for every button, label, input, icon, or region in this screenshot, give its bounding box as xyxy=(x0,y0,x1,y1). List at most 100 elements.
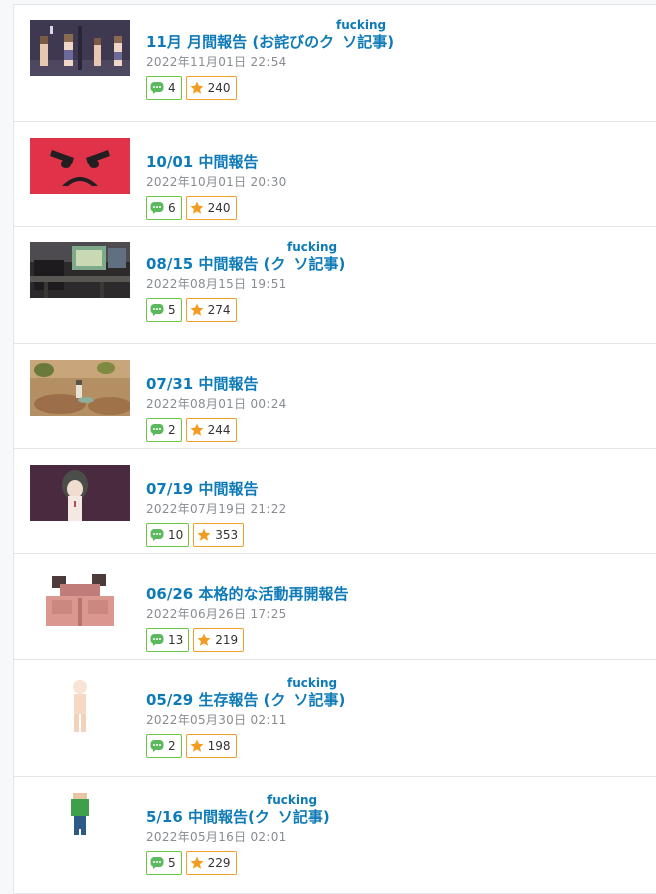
post-content: 10/01 中間報告 2022年10月01日 20:30 6 240 xyxy=(146,138,649,220)
post-title-text-tail: ソ記事) xyxy=(342,33,395,51)
title-ruby xyxy=(146,138,649,152)
comment-count: 5 xyxy=(168,303,176,317)
post-list-item: 06/26 本格的な活動再開報告 2022年06月26日 17:25 13 219 xyxy=(14,554,656,660)
post-date: 2022年07月19日 21:22 xyxy=(146,502,287,516)
speech-bubble-icon xyxy=(150,633,164,647)
post-content: fucking 11月 月間報告 (お詫びのク ソ記事) 2022年11月01日 22… xyxy=(146,18,649,100)
title-ruby-text: fucking xyxy=(267,793,318,807)
post-title-text: 07/19 中間報告 xyxy=(146,480,259,498)
post-list-item: 07/19 中間報告 2022年07月19日 21:22 10 353 xyxy=(14,449,656,554)
title-ruby xyxy=(146,570,649,584)
star-count-button[interactable]: 240 xyxy=(185,196,237,220)
title-ruby: fucking xyxy=(146,676,649,690)
comment-count: 2 xyxy=(168,739,176,753)
post-title-link[interactable]: 10/01 中間報告 xyxy=(146,152,649,172)
star-count-button[interactable]: 229 xyxy=(185,851,237,875)
post-date: 2022年05月30日 02:11 xyxy=(146,713,287,727)
star-count-button[interactable]: 274 xyxy=(185,298,237,322)
title-ruby: fucking xyxy=(146,18,649,32)
star-count: 274 xyxy=(207,303,231,317)
post-thumbnail[interactable] xyxy=(30,138,130,194)
star-count-button[interactable]: 240 xyxy=(185,76,237,100)
comment-count: 4 xyxy=(168,81,176,95)
title-ruby xyxy=(146,465,649,479)
post-title-link[interactable]: 08/15 中間報告 (ク ソ記事) xyxy=(146,254,649,274)
post-title-text: 10/01 中間報告 xyxy=(146,153,259,171)
post-thumbnail[interactable] xyxy=(30,242,130,298)
comment-count-button[interactable]: 10 xyxy=(146,523,190,547)
post-thumbnail[interactable] xyxy=(30,793,130,849)
star-icon xyxy=(190,303,204,317)
comment-count-button[interactable]: 5 xyxy=(146,851,182,875)
speech-bubble-icon xyxy=(150,528,164,542)
star-icon xyxy=(190,856,204,870)
comment-count: 2 xyxy=(168,423,176,437)
post-list-item: 07/31 中間報告 2022年08月01日 00:24 2 244 xyxy=(14,344,656,449)
star-count: 229 xyxy=(207,856,231,870)
post-content: fucking 05/29 生存報告 (ク ソ記事) 2022年05月30日 02:1… xyxy=(146,676,649,758)
post-content: 06/26 本格的な活動再開報告 2022年06月26日 17:25 13 219 xyxy=(146,570,649,652)
post-date: 2022年06月26日 17:25 xyxy=(146,607,287,621)
post-badges: 13 219 xyxy=(146,628,649,652)
title-ruby-text: fucking xyxy=(336,18,387,32)
title-ruby-text: fucking xyxy=(287,240,338,254)
star-count-button[interactable]: 198 xyxy=(185,734,237,758)
title-ruby: fucking xyxy=(146,793,649,807)
post-date: 2022年11月01日 22:54 xyxy=(146,55,287,69)
post-badges: 5 229 xyxy=(146,851,649,875)
comment-count-button[interactable]: 5 xyxy=(146,298,182,322)
star-count: 353 xyxy=(215,528,239,542)
post-title-text: 07/31 中間報告 xyxy=(146,375,259,393)
post-title-link[interactable]: 5/16 中間報告(ク ソ記事) xyxy=(146,807,649,827)
post-date: 2022年05月16日 02:01 xyxy=(146,830,287,844)
title-ruby xyxy=(146,360,649,374)
comment-count-button[interactable]: 6 xyxy=(146,196,182,220)
post-date: 2022年08月01日 00:24 xyxy=(146,397,287,411)
star-count: 219 xyxy=(215,633,239,647)
post-thumbnail[interactable] xyxy=(30,20,130,76)
speech-bubble-icon xyxy=(150,201,164,215)
post-title-text: 05/29 生存報告 (ク xyxy=(146,691,286,709)
post-thumbnail[interactable] xyxy=(30,570,130,626)
star-count: 240 xyxy=(207,81,231,95)
comment-count-button[interactable]: 13 xyxy=(146,628,190,652)
comment-count: 6 xyxy=(168,201,176,215)
post-title-text-tail: ソ記事) xyxy=(293,255,346,273)
comment-count: 10 xyxy=(168,528,184,542)
post-title-text-tail: ソ記事) xyxy=(277,808,330,826)
post-list-item: 10/01 中間報告 2022年10月01日 20:30 6 240 xyxy=(14,122,656,227)
post-list-item: fucking 08/15 中間報告 (ク ソ記事) 2022年08月15日 19:5… xyxy=(14,227,656,344)
post-title-link[interactable]: 06/26 本格的な活動再開報告 xyxy=(146,584,649,604)
star-count-button[interactable]: 219 xyxy=(193,628,245,652)
speech-bubble-icon xyxy=(150,423,164,437)
post-list: fucking 11月 月間報告 (お詫びのク ソ記事) 2022年11月01日 22… xyxy=(13,4,656,894)
post-thumbnail[interactable] xyxy=(30,360,130,416)
star-count: 198 xyxy=(207,739,231,753)
speech-bubble-icon xyxy=(150,303,164,317)
title-ruby-text: fucking xyxy=(287,676,338,690)
star-count-button[interactable]: 244 xyxy=(185,418,237,442)
star-icon xyxy=(190,739,204,753)
post-title-link[interactable]: 11月 月間報告 (お詫びのク ソ記事) xyxy=(146,32,649,52)
comment-count-button[interactable]: 4 xyxy=(146,76,182,100)
post-badges: 4 240 xyxy=(146,76,649,100)
post-title-link[interactable]: 07/31 中間報告 xyxy=(146,374,649,394)
star-icon xyxy=(197,633,211,647)
post-title-link[interactable]: 07/19 中間報告 xyxy=(146,479,649,499)
post-thumbnail[interactable] xyxy=(30,678,130,734)
comment-count-button[interactable]: 2 xyxy=(146,734,182,758)
post-content: 07/31 中間報告 2022年08月01日 00:24 2 244 xyxy=(146,360,649,442)
post-title-text: 08/15 中間報告 (ク xyxy=(146,255,286,273)
comment-count-button[interactable]: 2 xyxy=(146,418,182,442)
post-thumbnail[interactable] xyxy=(30,465,130,521)
post-title-link[interactable]: 05/29 生存報告 (ク ソ記事) xyxy=(146,690,649,710)
title-ruby: fucking xyxy=(146,240,649,254)
post-content: fucking 08/15 中間報告 (ク ソ記事) 2022年08月15日 19:5… xyxy=(146,240,649,322)
star-icon xyxy=(190,201,204,215)
speech-bubble-icon xyxy=(150,739,164,753)
post-badges: 2 244 xyxy=(146,418,649,442)
star-count-button[interactable]: 353 xyxy=(193,523,245,547)
post-title-text: 11月 月間報告 (お詫びのク xyxy=(146,33,335,51)
star-count: 240 xyxy=(207,201,231,215)
post-date: 2022年08月15日 19:51 xyxy=(146,277,287,291)
